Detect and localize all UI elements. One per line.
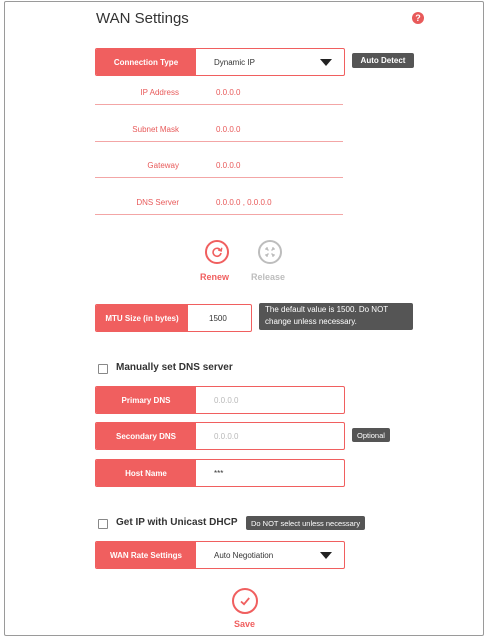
ip-address-row: IP Address 0.0.0.0 [95, 84, 343, 105]
save-button[interactable] [232, 588, 258, 614]
wan-rate-label: WAN Rate Settings [96, 542, 196, 568]
gateway-row: Gateway 0.0.0.0 [95, 157, 343, 178]
mtu-input[interactable]: 1500 [188, 305, 251, 331]
check-icon [240, 597, 250, 606]
host-name-input[interactable]: *** [196, 460, 344, 486]
release-button[interactable] [258, 240, 282, 264]
connection-type-select[interactable]: Connection Type Dynamic IP [95, 48, 345, 76]
ip-address-value: 0.0.0.0 [216, 88, 241, 97]
primary-dns-input[interactable]: 0.0.0.0 [196, 387, 344, 413]
optional-badge: Optional [352, 428, 390, 442]
subnet-mask-value: 0.0.0.0 [216, 125, 241, 134]
release-icon [265, 247, 275, 257]
manual-dns-checkbox[interactable] [98, 364, 108, 374]
secondary-dns-input[interactable]: 0.0.0.0 [196, 423, 344, 449]
ip-address-label: IP Address [140, 88, 179, 97]
mtu-tooltip: The default value is 1500. Do NOT change… [259, 303, 413, 330]
dns-server-label: DNS Server [136, 198, 179, 207]
renew-button[interactable] [205, 240, 229, 264]
auto-detect-button[interactable]: Auto Detect [352, 53, 414, 68]
secondary-dns-field[interactable]: Secondary DNS 0.0.0.0 [95, 422, 345, 450]
dns-server-row: DNS Server 0.0.0.0 , 0.0.0.0 [95, 194, 343, 215]
host-name-label: Host Name [96, 460, 196, 486]
secondary-dns-label: Secondary DNS [96, 423, 196, 449]
refresh-icon [212, 247, 223, 257]
subnet-mask-label: Subnet Mask [132, 125, 179, 134]
mtu-label: MTU Size (in bytes) [96, 305, 188, 331]
gateway-value: 0.0.0.0 [216, 161, 241, 170]
mtu-field[interactable]: MTU Size (in bytes) 1500 [95, 304, 252, 332]
help-icon[interactable]: ? [412, 12, 424, 24]
save-label[interactable]: Save [234, 619, 255, 629]
unicast-warning-badge: Do NOT select unless necessary [246, 516, 366, 530]
release-label[interactable]: Release [251, 272, 285, 282]
unicast-dhcp-label[interactable]: Get IP with Unicast DHCP [116, 517, 238, 528]
wan-rate-select[interactable]: WAN Rate Settings Auto Negotiation [95, 541, 345, 569]
primary-dns-label: Primary DNS [96, 387, 196, 413]
manual-dns-label[interactable]: Manually set DNS server [116, 362, 233, 373]
primary-dns-field[interactable]: Primary DNS 0.0.0.0 [95, 386, 345, 414]
subnet-mask-row: Subnet Mask 0.0.0.0 [95, 121, 343, 142]
page-title: WAN Settings [96, 10, 189, 27]
chevron-down-icon[interactable] [320, 59, 332, 66]
renew-label[interactable]: Renew [200, 272, 229, 282]
connection-type-label: Connection Type [96, 49, 196, 75]
dns-server-value: 0.0.0.0 , 0.0.0.0 [216, 198, 272, 207]
gateway-label: Gateway [147, 161, 179, 170]
chevron-down-icon[interactable] [320, 552, 332, 559]
host-name-field[interactable]: Host Name *** [95, 459, 345, 487]
unicast-dhcp-checkbox[interactable] [98, 519, 108, 529]
